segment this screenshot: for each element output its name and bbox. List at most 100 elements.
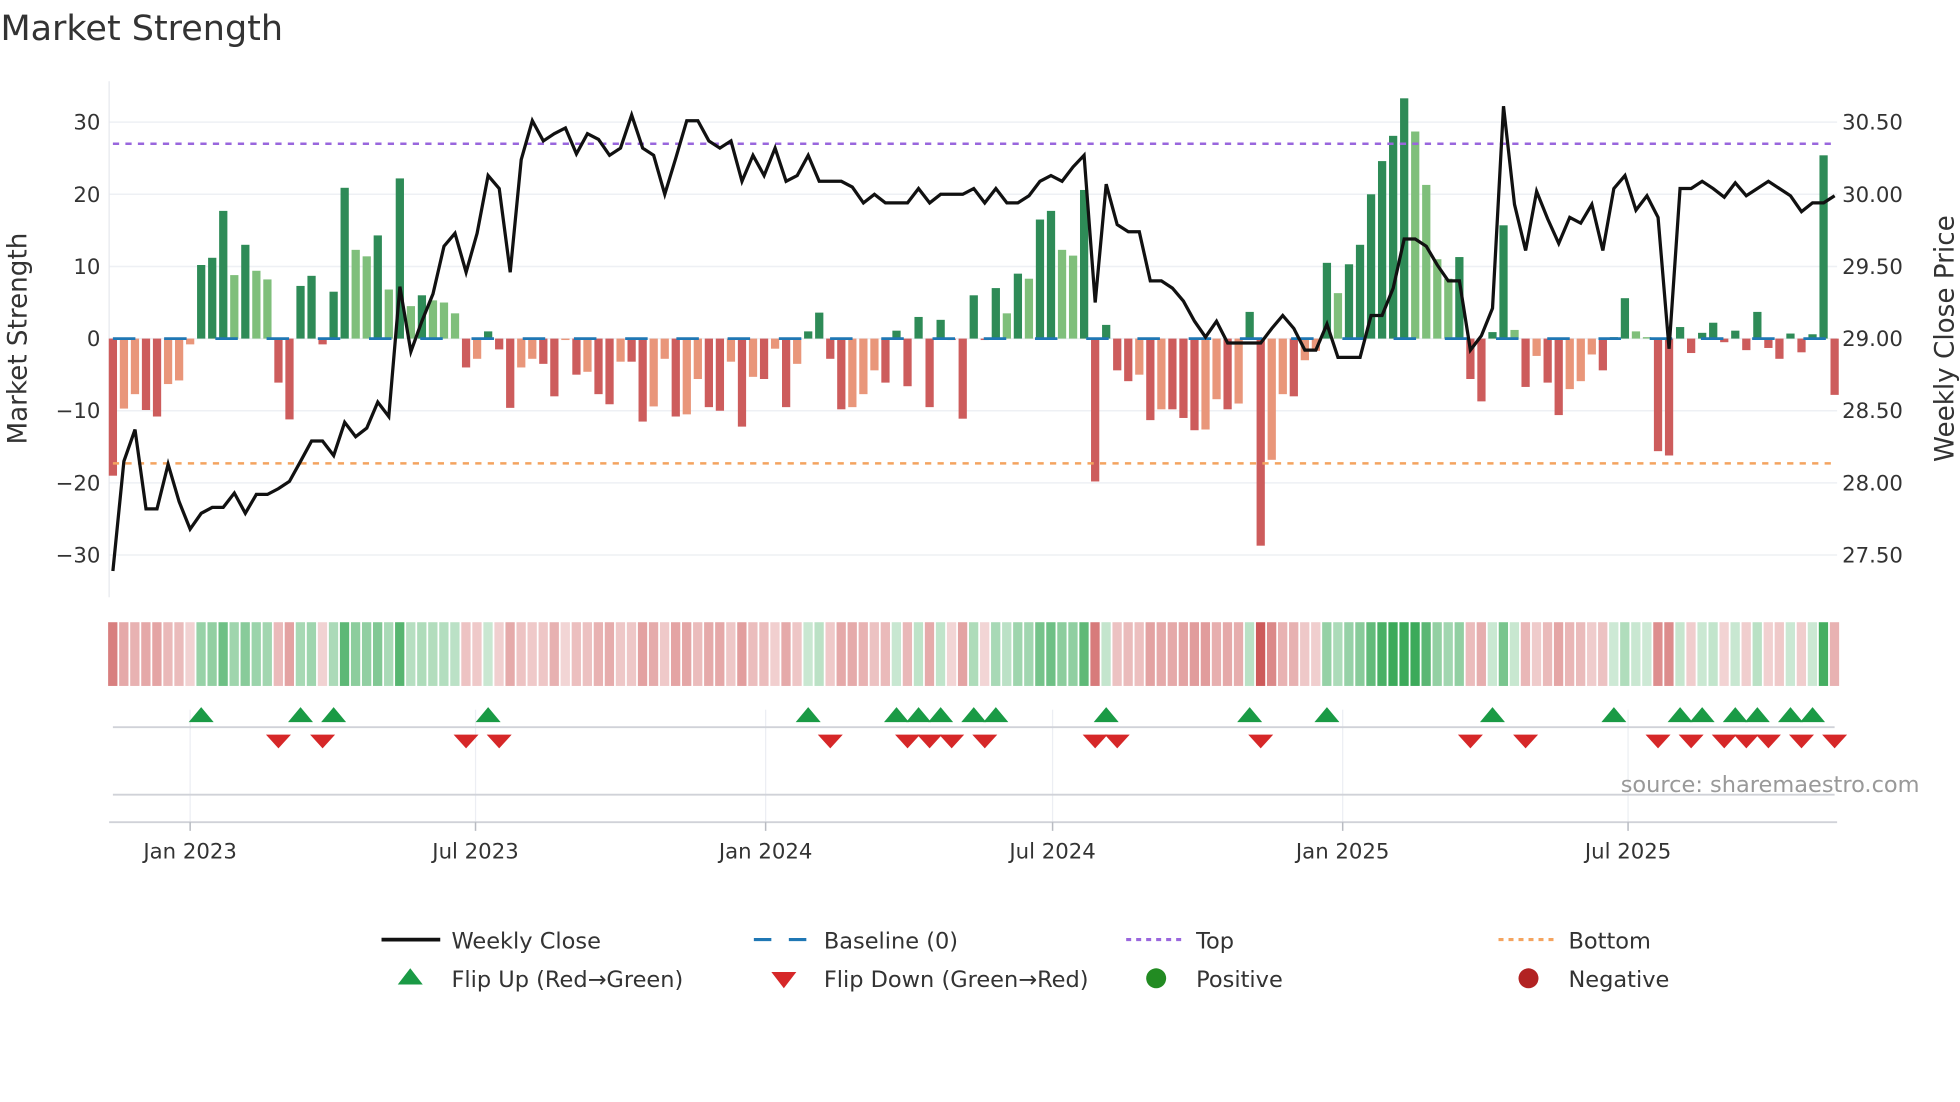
heat-cell-negative	[1255, 622, 1266, 686]
circle-icon	[1146, 968, 1167, 989]
heat-cell-negative	[163, 622, 173, 686]
chart-title: Market Strength	[0, 9, 283, 49]
heat-cell-positive	[935, 622, 946, 686]
heat-cell-positive	[1642, 622, 1652, 686]
negative-bar	[561, 338, 570, 341]
negative-bar	[770, 338, 780, 349]
flip-up-marker	[906, 707, 932, 723]
heat-cell-negative	[670, 622, 681, 686]
negative-bar	[793, 338, 802, 364]
negative-bar	[1157, 338, 1166, 410]
heat-cell-positive	[1101, 622, 1111, 686]
heat-cell-positive	[1785, 622, 1795, 686]
negative-bar	[848, 338, 857, 408]
flip-down-marker	[939, 734, 965, 749]
heat-cell-positive	[991, 622, 1001, 686]
heat-cell-negative	[1542, 622, 1553, 686]
positive-bar	[1024, 278, 1034, 339]
negative-bar	[1830, 338, 1839, 395]
positive-bar	[208, 257, 217, 339]
heat-cell-negative	[781, 622, 791, 686]
legend-label: Top	[1195, 928, 1234, 954]
flip-down-marker	[1104, 734, 1130, 749]
heat-cell-negative	[108, 622, 118, 686]
negative-bar	[1797, 338, 1806, 353]
flip-down-marker	[1513, 734, 1539, 749]
heat-cell-negative	[1664, 622, 1674, 686]
heat-cell-positive	[1421, 622, 1431, 686]
y-tick-label: 20	[73, 183, 100, 208]
positive-bar	[1709, 322, 1718, 339]
circle-icon	[1518, 968, 1539, 989]
positive-bar	[1046, 210, 1056, 339]
positive-bar	[1013, 273, 1023, 339]
positive-bar	[1786, 333, 1795, 339]
heat-cell-positive	[1697, 622, 1707, 686]
negative-bar	[1179, 338, 1188, 418]
negative-bar	[1598, 338, 1607, 371]
negative-bar	[1687, 338, 1696, 354]
heat-cell-negative	[1200, 622, 1211, 686]
y2-tick-label: 28.00	[1842, 471, 1903, 496]
negative-bar	[1775, 338, 1784, 359]
negative-bar	[495, 338, 504, 350]
negative-bar	[1168, 338, 1177, 410]
heat-cell-negative	[141, 622, 151, 686]
heat-cell-positive	[1807, 622, 1818, 686]
positive-bar	[329, 291, 338, 339]
negative-bar	[130, 338, 140, 395]
heat-cell-negative	[593, 622, 604, 686]
positive-bar	[219, 210, 228, 339]
negative-bar	[285, 338, 294, 420]
negative-bar	[1146, 338, 1155, 421]
legend-label: Positive	[1196, 967, 1283, 993]
heat-cell-positive	[240, 622, 250, 686]
negative-bar	[759, 338, 769, 380]
y-tick-label: 10	[73, 255, 100, 280]
heat-cell-negative	[560, 622, 570, 686]
heat-cell-negative	[1553, 622, 1564, 686]
negative-bar	[1532, 338, 1541, 356]
heat-cell-negative	[880, 622, 890, 686]
heat-cell-negative	[1289, 622, 1299, 686]
positive-bar	[1499, 225, 1508, 339]
heat-cell-positive	[1079, 622, 1089, 686]
heat-cell-positive	[1752, 622, 1762, 686]
negative-bar	[506, 338, 515, 408]
negative-bar	[1212, 338, 1221, 400]
heat-cell-positive	[1024, 622, 1034, 686]
negative-bar	[715, 338, 725, 411]
negative-bar	[1278, 338, 1287, 395]
flip-up-marker	[1601, 707, 1627, 723]
heat-cell-negative	[1189, 622, 1200, 686]
heat-cell-negative	[604, 622, 615, 686]
legend-item-negative: Negative	[1518, 967, 1669, 993]
flip-down-marker	[265, 734, 291, 749]
heat-cell-positive	[1388, 622, 1398, 686]
heat-cell-positive	[361, 622, 372, 686]
heat-cell-negative	[836, 622, 846, 686]
heat-cell-positive	[1068, 622, 1078, 686]
negative-bar	[1289, 338, 1298, 397]
heat-cell-positive	[450, 622, 460, 686]
negative-bar	[1742, 338, 1751, 351]
positive-bar	[1355, 244, 1365, 339]
heat-cell-negative	[571, 622, 581, 686]
flip-up-marker	[1237, 707, 1263, 723]
heat-cell-negative	[847, 622, 857, 686]
positive-bar	[936, 319, 945, 339]
heat-cell-negative	[1178, 622, 1188, 686]
heat-cell-negative	[1686, 622, 1696, 686]
positive-bar	[307, 275, 316, 339]
negative-bar	[1190, 338, 1199, 431]
heat-cell-negative	[1829, 622, 1840, 686]
legend-item-bottom: Bottom	[1498, 928, 1651, 954]
flip-up-marker	[1093, 707, 1119, 723]
negative-bar	[108, 338, 118, 476]
negative-bar	[958, 338, 967, 419]
left-axis-title: Market Strength	[4, 233, 34, 445]
legend-label: Baseline (0)	[824, 928, 958, 954]
heat-cell-negative	[130, 622, 140, 686]
flip-down-marker	[1711, 734, 1737, 749]
heat-cell-positive	[1708, 622, 1718, 686]
